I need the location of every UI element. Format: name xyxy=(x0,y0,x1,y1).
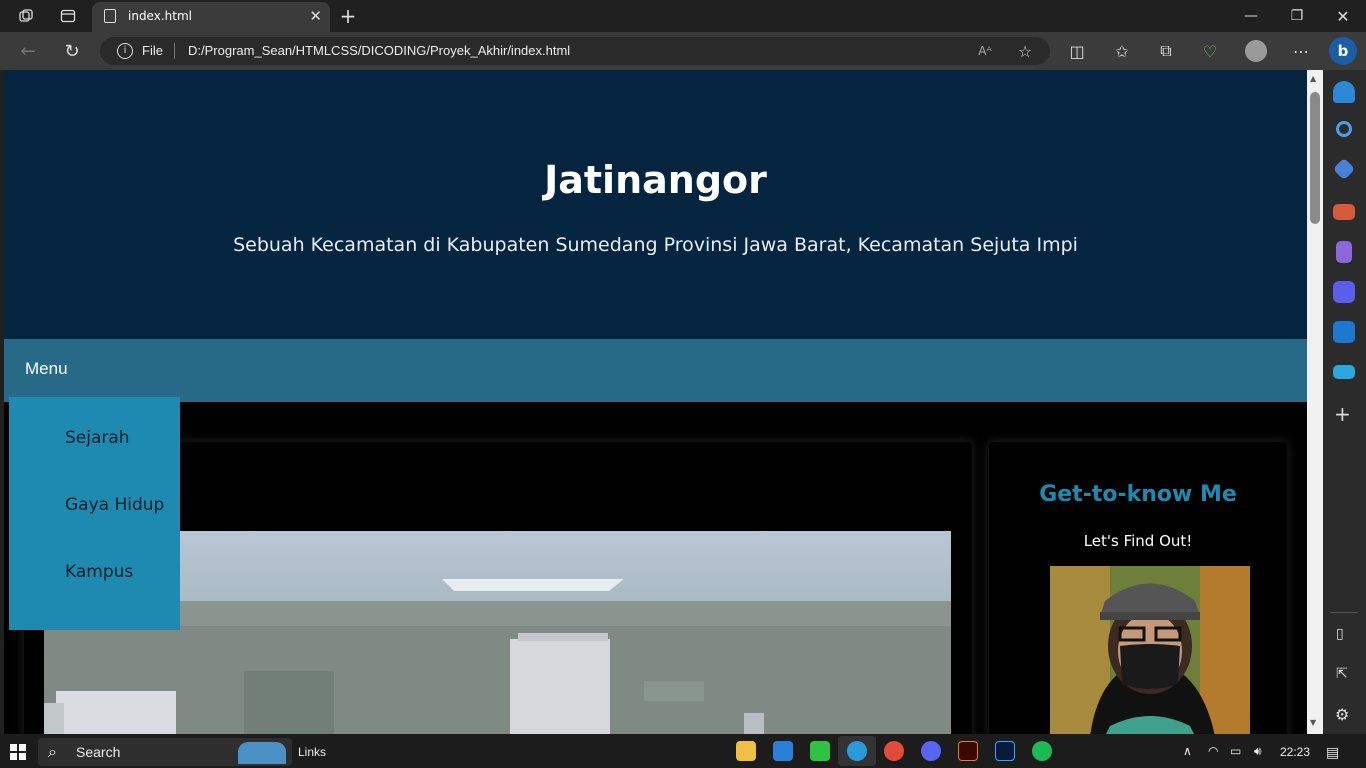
menu-item-kampus[interactable]: Kampus xyxy=(65,562,133,582)
refresh-button[interactable]: ↻ xyxy=(60,39,84,63)
tools-icon[interactable] xyxy=(1333,204,1355,220)
line-icon[interactable] xyxy=(810,741,830,761)
profile-photo xyxy=(1050,566,1250,734)
settings-gear-icon[interactable]: ⚙ xyxy=(1335,705,1349,724)
widget-art-icon xyxy=(238,742,286,764)
tab-actions-icon[interactable] xyxy=(58,6,78,26)
divider xyxy=(174,43,175,59)
city-photo xyxy=(44,531,951,734)
split-screen-icon[interactable]: ◫ xyxy=(1065,39,1089,63)
photoshop-icon[interactable] xyxy=(995,741,1015,761)
chrome-icon[interactable] xyxy=(884,741,904,761)
about-tagline: Let's Find Out! xyxy=(1083,532,1193,550)
scroll-up-icon[interactable]: ▲ xyxy=(1310,74,1316,83)
scroll-down-icon[interactable]: ▼ xyxy=(1310,718,1316,727)
edge-icon[interactable] xyxy=(847,741,867,761)
illustrator-icon[interactable] xyxy=(958,741,978,761)
vscode-icon[interactable] xyxy=(773,741,793,761)
info-icon[interactable]: i xyxy=(117,43,133,59)
address-bar[interactable]: i File D:/Program_Sean/HTMLCSS/DICODING/… xyxy=(100,37,1050,65)
profile-avatar[interactable] xyxy=(1245,40,1267,62)
taskbar-search[interactable]: ⌕ Search xyxy=(38,738,292,766)
page-title: Jatinangor xyxy=(544,158,767,202)
scrollbar-thumb[interactable] xyxy=(1310,92,1320,224)
games-icon[interactable] xyxy=(1336,241,1352,263)
close-tab-icon[interactable]: ✕ xyxy=(309,7,322,25)
minimize-button[interactable]: — xyxy=(1228,0,1274,32)
about-card: Get-to-know Me Let's Find Out! xyxy=(989,442,1287,734)
menu-item-sejarah[interactable]: Sejarah xyxy=(65,428,130,448)
web-page: Jatinangor Sebuah Kecamatan di Kabupaten… xyxy=(4,70,1307,734)
discord-icon[interactable] xyxy=(921,741,941,761)
copilot-apps-icon[interactable] xyxy=(1333,281,1355,303)
about-heading: Get-to-know Me xyxy=(1039,482,1237,507)
menu-button[interactable]: Menu xyxy=(25,359,68,379)
search-icon: ⌕ xyxy=(48,742,57,761)
file-explorer-icon[interactable] xyxy=(736,741,756,761)
header-banner: Jatinangor Sebuah Kecamatan di Kabupaten… xyxy=(4,70,1307,339)
menu-dropdown: Sejarah Gaya Hidup Kampus xyxy=(9,397,180,630)
file-label: File xyxy=(142,43,163,58)
drop-icon[interactable] xyxy=(1333,365,1355,379)
nav-bar: Menu xyxy=(4,339,1307,402)
back-button[interactable]: ← xyxy=(16,39,40,63)
search-icon[interactable] xyxy=(1336,121,1352,137)
spotify-icon[interactable] xyxy=(1032,741,1052,761)
favorites-icon[interactable]: ✩ xyxy=(1110,39,1134,63)
url-text[interactable]: D:/Program_Sean/HTMLCSS/DICODING/Proyek_… xyxy=(188,43,570,58)
close-window-button[interactable]: ✕ xyxy=(1320,0,1366,32)
tab-title: index.html xyxy=(128,9,192,23)
notifications-icon[interactable]: ▤ xyxy=(1326,744,1339,761)
add-sidebar-app-icon[interactable]: + xyxy=(1334,402,1351,426)
volume-icon[interactable]: 🔊︎ xyxy=(1254,744,1262,759)
hide-sidebar-icon[interactable]: ▯ xyxy=(1336,626,1344,642)
open-external-icon[interactable]: ⇱ xyxy=(1336,666,1348,682)
collections-icon[interactable]: ⧉ xyxy=(1154,39,1178,63)
search-label: Search xyxy=(76,744,121,760)
page-subtitle: Sebuah Kecamatan di Kabupaten Sumedang P… xyxy=(233,234,1078,256)
bell-icon[interactable] xyxy=(1333,81,1355,103)
page-icon xyxy=(104,9,116,23)
clock[interactable]: 22:23 xyxy=(1280,745,1310,759)
outlook-icon[interactable] xyxy=(1333,321,1355,343)
read-aloud-icon[interactable]: Aᴬ xyxy=(973,39,997,63)
new-tab-button[interactable]: + xyxy=(338,4,358,28)
copilot-icon[interactable]: b xyxy=(1329,37,1357,65)
sidebar-divider xyxy=(1330,612,1358,613)
restore-button[interactable]: ❐ xyxy=(1274,0,1320,32)
wifi-icon[interactable]: ◠ xyxy=(1208,744,1218,758)
favorite-star-icon[interactable]: ☆ xyxy=(1013,39,1037,63)
links-widget[interactable]: Links xyxy=(298,745,326,759)
battery-icon[interactable]: ▭ xyxy=(1230,744,1241,758)
menu-item-gaya-hidup[interactable]: Gaya Hidup xyxy=(65,495,164,515)
workspaces-icon[interactable] xyxy=(16,6,36,26)
windows-start-icon[interactable] xyxy=(10,744,26,760)
tab-index-html[interactable]: index.html ✕ xyxy=(92,2,330,32)
more-menu-icon[interactable]: ⋯ xyxy=(1289,39,1313,63)
browser-essentials-icon[interactable]: ♡ xyxy=(1198,39,1222,63)
chevron-up-icon[interactable]: ∧ xyxy=(1183,744,1192,758)
